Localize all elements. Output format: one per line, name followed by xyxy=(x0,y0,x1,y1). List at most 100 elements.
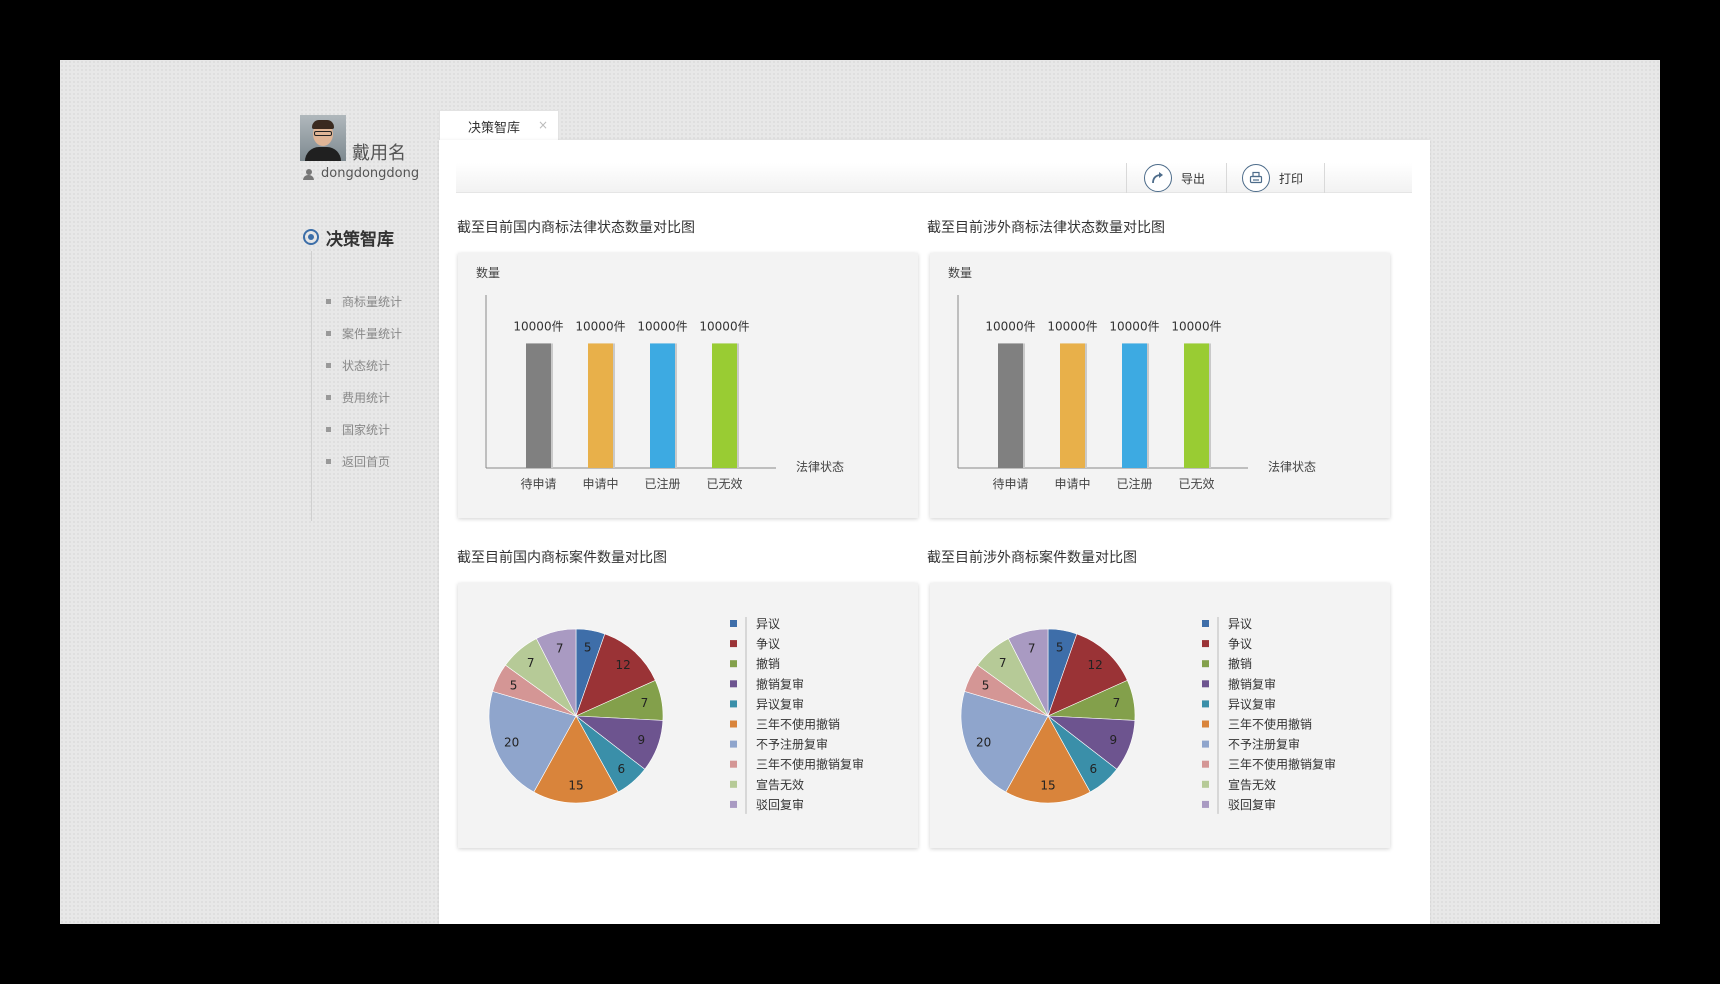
bar-value-label: 10000件 xyxy=(513,319,563,333)
username: dongdongdong xyxy=(321,166,420,181)
sidebar-item-label: 案件量统计 xyxy=(342,326,403,341)
legend-entry: 不予注册复审 xyxy=(1228,737,1300,752)
slice-value-label: 9 xyxy=(637,733,645,747)
export-label: 导出 xyxy=(1181,171,1206,186)
printer-icon xyxy=(1242,164,1270,192)
slice-value-label: 15 xyxy=(568,779,583,793)
legend-swatch xyxy=(1202,720,1209,728)
avatar[interactable] xyxy=(300,115,346,161)
slice-value-label: 9 xyxy=(1109,733,1117,747)
bar xyxy=(588,343,613,468)
legend-entry: 撤销复审 xyxy=(756,676,804,691)
legend-swatch xyxy=(730,720,737,728)
legend-entry: 撤销复审 xyxy=(1228,676,1276,691)
legend-swatch xyxy=(730,780,737,788)
slice-value-label: 7 xyxy=(1113,696,1121,710)
share-arrow-icon xyxy=(1144,164,1172,192)
legend-entry: 宣告无效 xyxy=(756,777,804,792)
x-tick-label: 已无效 xyxy=(1178,476,1214,491)
user-icon xyxy=(303,169,314,180)
slice-value-label: 12 xyxy=(615,658,630,672)
print-button[interactable]: 打印 xyxy=(1242,163,1303,193)
x-tick-label: 待申请 xyxy=(520,477,556,491)
sidebar-item-fee-stats[interactable]: 费用统计 xyxy=(326,381,402,413)
sidebar-item-status-stats[interactable]: 状态统计 xyxy=(326,349,402,381)
bullet-icon xyxy=(326,458,331,464)
y-axis-label: 数量 xyxy=(476,265,500,280)
legend-entry: 异议复审 xyxy=(756,696,804,711)
legend-swatch xyxy=(1202,660,1209,668)
bar xyxy=(1060,343,1085,468)
bar-chart-svg: 数量法律状态 10000件待申请 10000件申请中 10000件已注册 10000件已… xyxy=(948,265,1316,491)
pie-chart-foreign: 5 12 7 9 6 15 20 5 7 7 异议 争议 撤销 撤销复审 异议复审 三年不使用撤销 不予注册复审… xyxy=(930,583,1390,848)
legend-swatch xyxy=(1202,780,1209,788)
close-icon[interactable]: × xyxy=(538,118,548,132)
legend-entry: 争议 xyxy=(756,637,780,651)
sidebar-item-label: 状态统计 xyxy=(342,358,391,373)
x-tick-label: 待申请 xyxy=(992,477,1028,491)
sidebar-item-label: 返回首页 xyxy=(342,454,391,469)
bar xyxy=(650,343,675,468)
bar-chart-svg: 数量法律状态 10000件待申请 10000件申请中 10000件已注册 10000件已… xyxy=(476,265,844,491)
bar xyxy=(526,343,551,468)
sidebar-item-home[interactable]: 返回首页 xyxy=(326,445,402,477)
bullet-icon xyxy=(326,362,331,368)
legend-swatch xyxy=(730,640,737,648)
toolbar-divider xyxy=(1126,163,1127,193)
bar xyxy=(712,343,737,468)
pie-chart-svg: 5127961520577异议争议撤销撤销复审异议复审三年不使用撤销不予注册复审… xyxy=(488,617,864,814)
legend-swatch xyxy=(1202,680,1209,688)
nav-divider xyxy=(311,251,312,521)
app-screen: 戴用名 dongdongdong 决策智库 商标量统计 案件量统计 状态统计 费… xyxy=(60,60,1660,924)
tab-label: 决策智库 xyxy=(468,120,521,136)
toolbar-divider xyxy=(1324,163,1325,193)
toolbar: 导出 打印 xyxy=(456,163,1412,193)
legend-entry: 撤销 xyxy=(1228,656,1252,671)
sidebar-item-label: 商标量统计 xyxy=(342,294,403,309)
print-label: 打印 xyxy=(1279,171,1304,186)
tab-decision-library[interactable]: 决策智库 × xyxy=(439,110,559,141)
slice-value-label: 6 xyxy=(1090,762,1098,776)
bar-value-label: 10000件 xyxy=(1171,319,1221,333)
bar-value-label: 10000件 xyxy=(575,319,625,333)
slice-value-label: 7 xyxy=(641,696,649,710)
slice-value-label: 5 xyxy=(584,640,592,654)
slice-value-label: 6 xyxy=(618,762,626,776)
sidebar-item-case-stats[interactable]: 案件量统计 xyxy=(326,317,402,349)
main-panel: 导出 打印 截至目前国内商标法律状态数量对比图 截至目前涉外商标法律状态数量对比… xyxy=(439,140,1430,924)
sidebar-item-trademark-stats[interactable]: 商标量统计 xyxy=(326,285,402,317)
slice-value-label: 20 xyxy=(504,735,519,749)
chart-title-foreign-cases: 截至目前涉外商标案件数量对比图 xyxy=(927,550,1137,566)
nav-list: 商标量统计 案件量统计 状态统计 费用统计 国家统计 返回首页 xyxy=(326,285,402,477)
bar-value-label: 10000件 xyxy=(637,319,687,333)
y-axis-label: 数量 xyxy=(948,265,972,280)
sidebar-item-country-stats[interactable]: 国家统计 xyxy=(326,413,402,445)
chart-title-domestic-cases: 截至目前国内商标案件数量对比图 xyxy=(457,550,667,566)
legend-entry: 异议复审 xyxy=(1228,696,1276,711)
nav-section-title[interactable]: 决策智库 xyxy=(326,225,394,250)
export-button[interactable]: 导出 xyxy=(1144,163,1205,193)
slice-value-label: 7 xyxy=(1028,641,1036,655)
slice-value-label: 15 xyxy=(1040,779,1055,793)
legend-entry: 驳回复审 xyxy=(756,797,804,812)
legend-entry: 三年不使用撤销 xyxy=(756,717,840,732)
legend-entry: 三年不使用撤销 xyxy=(1228,717,1312,732)
legend-entry: 三年不使用撤销复审 xyxy=(756,757,864,772)
bar-chart-domestic: 数量 法律状态 10000件 待申请 10000件 申请中 10000件 已注册 10000件已… xyxy=(458,253,918,518)
user-display-name: 戴用名 xyxy=(352,143,406,164)
bullet-icon xyxy=(326,394,331,400)
legend-swatch xyxy=(730,660,737,668)
chart-title-domestic-status: 截至目前国内商标法律状态数量对比图 xyxy=(457,220,695,236)
bar-value-label: 10000件 xyxy=(699,319,749,333)
bullet-icon xyxy=(326,298,331,304)
x-tick-label: 已无效 xyxy=(706,476,742,491)
x-tick-label: 申请中 xyxy=(1054,476,1090,491)
slice-value-label: 12 xyxy=(1087,658,1102,672)
legend-entry: 三年不使用撤销复审 xyxy=(1228,757,1336,772)
pie-chart-svg: 5127961520577异议争议撤销撤销复审异议复审三年不使用撤销不予注册复审… xyxy=(960,617,1336,814)
legend-swatch xyxy=(730,620,737,627)
legend-swatch xyxy=(1202,640,1209,648)
x-tick-label: 已注册 xyxy=(1116,476,1152,491)
bar-value-label: 10000件 xyxy=(1109,319,1159,333)
legend-entry: 异议 xyxy=(1228,617,1252,631)
